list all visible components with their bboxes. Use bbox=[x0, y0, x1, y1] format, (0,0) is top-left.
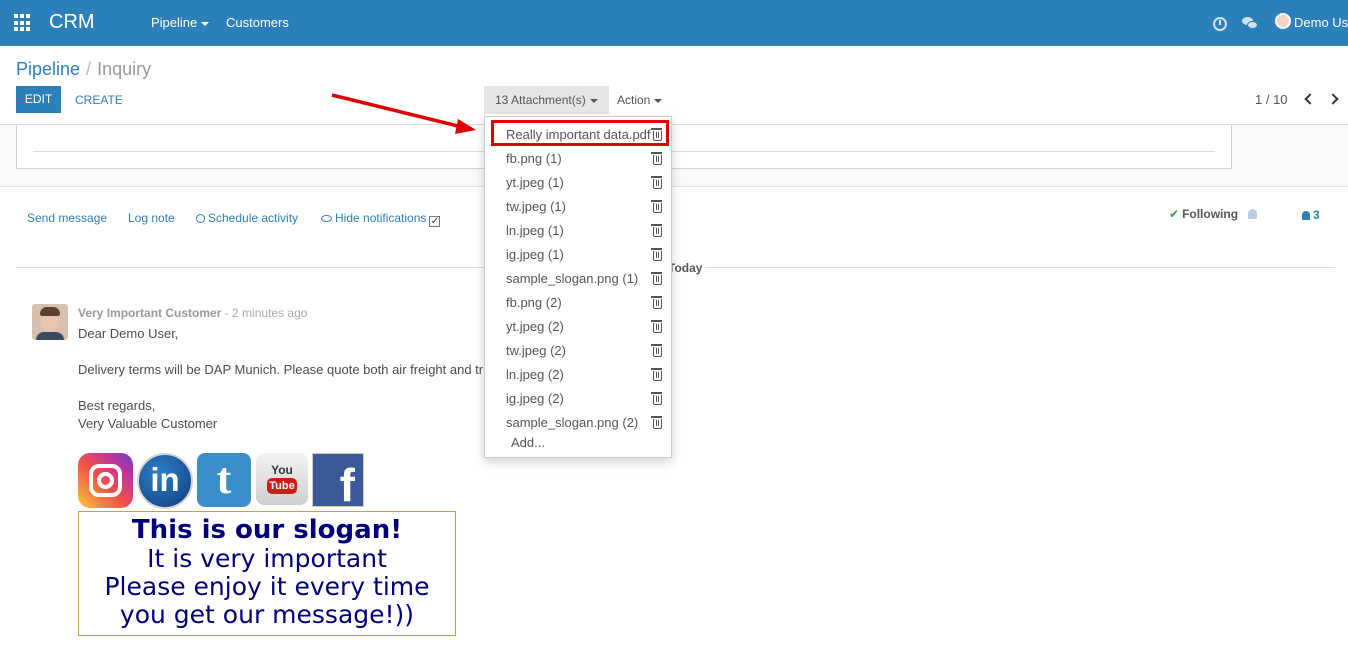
attachment-item[interactable]: sample_slogan.png (1) bbox=[506, 271, 638, 286]
youtube-icon: You Tube bbox=[256, 453, 308, 505]
twitter-icon: t bbox=[197, 453, 251, 507]
hide-notifications-label: Hide notifications bbox=[335, 211, 427, 225]
instagram-icon bbox=[78, 453, 133, 508]
slogan-title: This is our slogan! bbox=[131, 515, 403, 545]
action-dropdown-button[interactable]: Action bbox=[617, 93, 663, 107]
attachments-button-label: 13 Attachment(s) bbox=[495, 93, 586, 107]
trash-icon[interactable] bbox=[651, 248, 662, 261]
followers-count: 3 bbox=[1313, 208, 1320, 222]
attachment-item[interactable]: ig.jpeg (2) bbox=[506, 391, 564, 406]
author-avatar[interactable] bbox=[32, 304, 68, 340]
log-note-button[interactable]: Log note bbox=[128, 211, 175, 225]
caret-down-icon bbox=[589, 98, 598, 103]
breadcrumb: Pipeline / Inquiry bbox=[16, 59, 151, 80]
trash-icon[interactable] bbox=[651, 344, 662, 357]
trash-icon[interactable] bbox=[651, 176, 662, 189]
followers-button[interactable]: 3 bbox=[1302, 208, 1320, 222]
attachment-item[interactable]: ig.jpeg (1) bbox=[506, 247, 564, 262]
message-header: Very Important Customer - 2 minutes ago bbox=[78, 306, 307, 320]
apps-grid-icon[interactable] bbox=[14, 14, 32, 32]
date-separator-label: Today bbox=[668, 261, 703, 275]
pager-next-icon[interactable] bbox=[1327, 93, 1339, 105]
schedule-activity-label: Schedule activity bbox=[208, 211, 299, 225]
trash-icon[interactable] bbox=[651, 272, 662, 285]
edit-button[interactable]: EDIT bbox=[16, 86, 61, 113]
attachment-item[interactable]: tw.jpeg (1) bbox=[506, 199, 566, 214]
user-menu-name[interactable]: Demo User bbox=[1294, 15, 1348, 30]
slogan-line: Please enjoy it every time bbox=[104, 572, 430, 601]
schedule-activity-button[interactable]: Schedule activity bbox=[196, 211, 298, 225]
following-label: Following bbox=[1182, 207, 1239, 221]
message-body: Delivery terms will be DAP Munich. Pleas… bbox=[78, 362, 507, 377]
messaging-icon[interactable] bbox=[1242, 17, 1258, 30]
user-avatar[interactable] bbox=[1275, 13, 1291, 29]
user-icon bbox=[1302, 211, 1310, 220]
arrow-shaft bbox=[331, 93, 463, 129]
attachment-item[interactable]: fb.png (2) bbox=[506, 295, 562, 310]
trash-icon[interactable] bbox=[651, 296, 662, 309]
message-greeting: Dear Demo User, bbox=[78, 326, 179, 341]
trash-icon[interactable] bbox=[651, 416, 662, 429]
send-message-button[interactable]: Send message bbox=[27, 211, 107, 225]
trash-icon[interactable] bbox=[651, 392, 662, 405]
slogan-line: It is very important bbox=[147, 544, 387, 573]
attachment-item[interactable]: sample_slogan.png (2) bbox=[506, 415, 638, 430]
eye-slash-icon bbox=[321, 215, 332, 222]
date-separator-line-right bbox=[705, 267, 1335, 268]
attachment-item[interactable]: ln.jpeg (1) bbox=[506, 223, 564, 238]
highlight-box-annotation bbox=[491, 120, 669, 146]
facebook-icon: f bbox=[312, 453, 364, 511]
pager-previous-icon[interactable] bbox=[1304, 93, 1316, 105]
attachment-item[interactable]: yt.jpeg (2) bbox=[506, 319, 564, 334]
message-signature: Very Valuable Customer bbox=[78, 416, 218, 431]
trash-icon[interactable] bbox=[651, 200, 662, 213]
clock-icon bbox=[196, 214, 205, 223]
create-button[interactable]: CREATE bbox=[75, 93, 123, 107]
bell-icon[interactable] bbox=[1248, 209, 1257, 219]
trash-icon[interactable] bbox=[651, 320, 662, 333]
attachments-dropdown-menu: Really important data.pdf fb.png (1) yt.… bbox=[484, 116, 672, 458]
attachments-dropdown-button[interactable]: 13 Attachment(s) bbox=[484, 86, 609, 114]
breadcrumb-separator: / bbox=[86, 59, 92, 79]
trash-icon[interactable] bbox=[651, 224, 662, 237]
top-navbar: CRM Pipeline Customers Demo User bbox=[0, 0, 1348, 46]
attachment-item[interactable]: ln.jpeg (2) bbox=[506, 367, 564, 382]
add-attachment-item[interactable]: Add... bbox=[511, 435, 545, 450]
chatter-divider bbox=[0, 186, 1348, 187]
pager-value[interactable]: 1 / 10 bbox=[1255, 92, 1288, 107]
menu-pipeline-label: Pipeline bbox=[151, 15, 198, 30]
trash-icon[interactable] bbox=[651, 152, 662, 165]
message-closing: Best regards, bbox=[78, 398, 156, 413]
linkedin-icon: in bbox=[137, 453, 193, 509]
hide-notifications-checkbox[interactable]: ✓ bbox=[429, 216, 441, 227]
action-button-label: Action bbox=[617, 93, 651, 107]
menu-customers[interactable]: Customers bbox=[226, 15, 289, 30]
menu-pipeline[interactable]: Pipeline bbox=[151, 15, 210, 30]
caret-down-icon bbox=[654, 98, 663, 103]
following-button[interactable]: ✔ Following bbox=[1169, 207, 1238, 221]
activities-clock-icon[interactable] bbox=[1213, 17, 1227, 31]
app-brand[interactable]: CRM bbox=[49, 11, 95, 34]
caret-down-icon bbox=[201, 21, 210, 26]
attachment-item[interactable]: tw.jpeg (2) bbox=[506, 343, 566, 358]
check-icon: ✔ bbox=[1169, 207, 1180, 221]
breadcrumb-pipeline-link[interactable]: Pipeline bbox=[16, 59, 80, 79]
slogan-line: you get our message!)) bbox=[119, 600, 415, 629]
message-timestamp: - 2 minutes ago bbox=[224, 306, 308, 320]
attachment-item[interactable]: yt.jpeg (1) bbox=[506, 175, 564, 190]
trash-icon[interactable] bbox=[651, 368, 662, 381]
slogan-image: This is our slogan! It is very important… bbox=[78, 511, 456, 636]
author-name[interactable]: Very Important Customer bbox=[78, 306, 221, 320]
breadcrumb-current: Inquiry bbox=[97, 59, 152, 79]
attachment-item[interactable]: fb.png (1) bbox=[506, 151, 562, 166]
hide-notifications-toggle[interactable]: Hide notifications ✓ bbox=[321, 211, 441, 227]
